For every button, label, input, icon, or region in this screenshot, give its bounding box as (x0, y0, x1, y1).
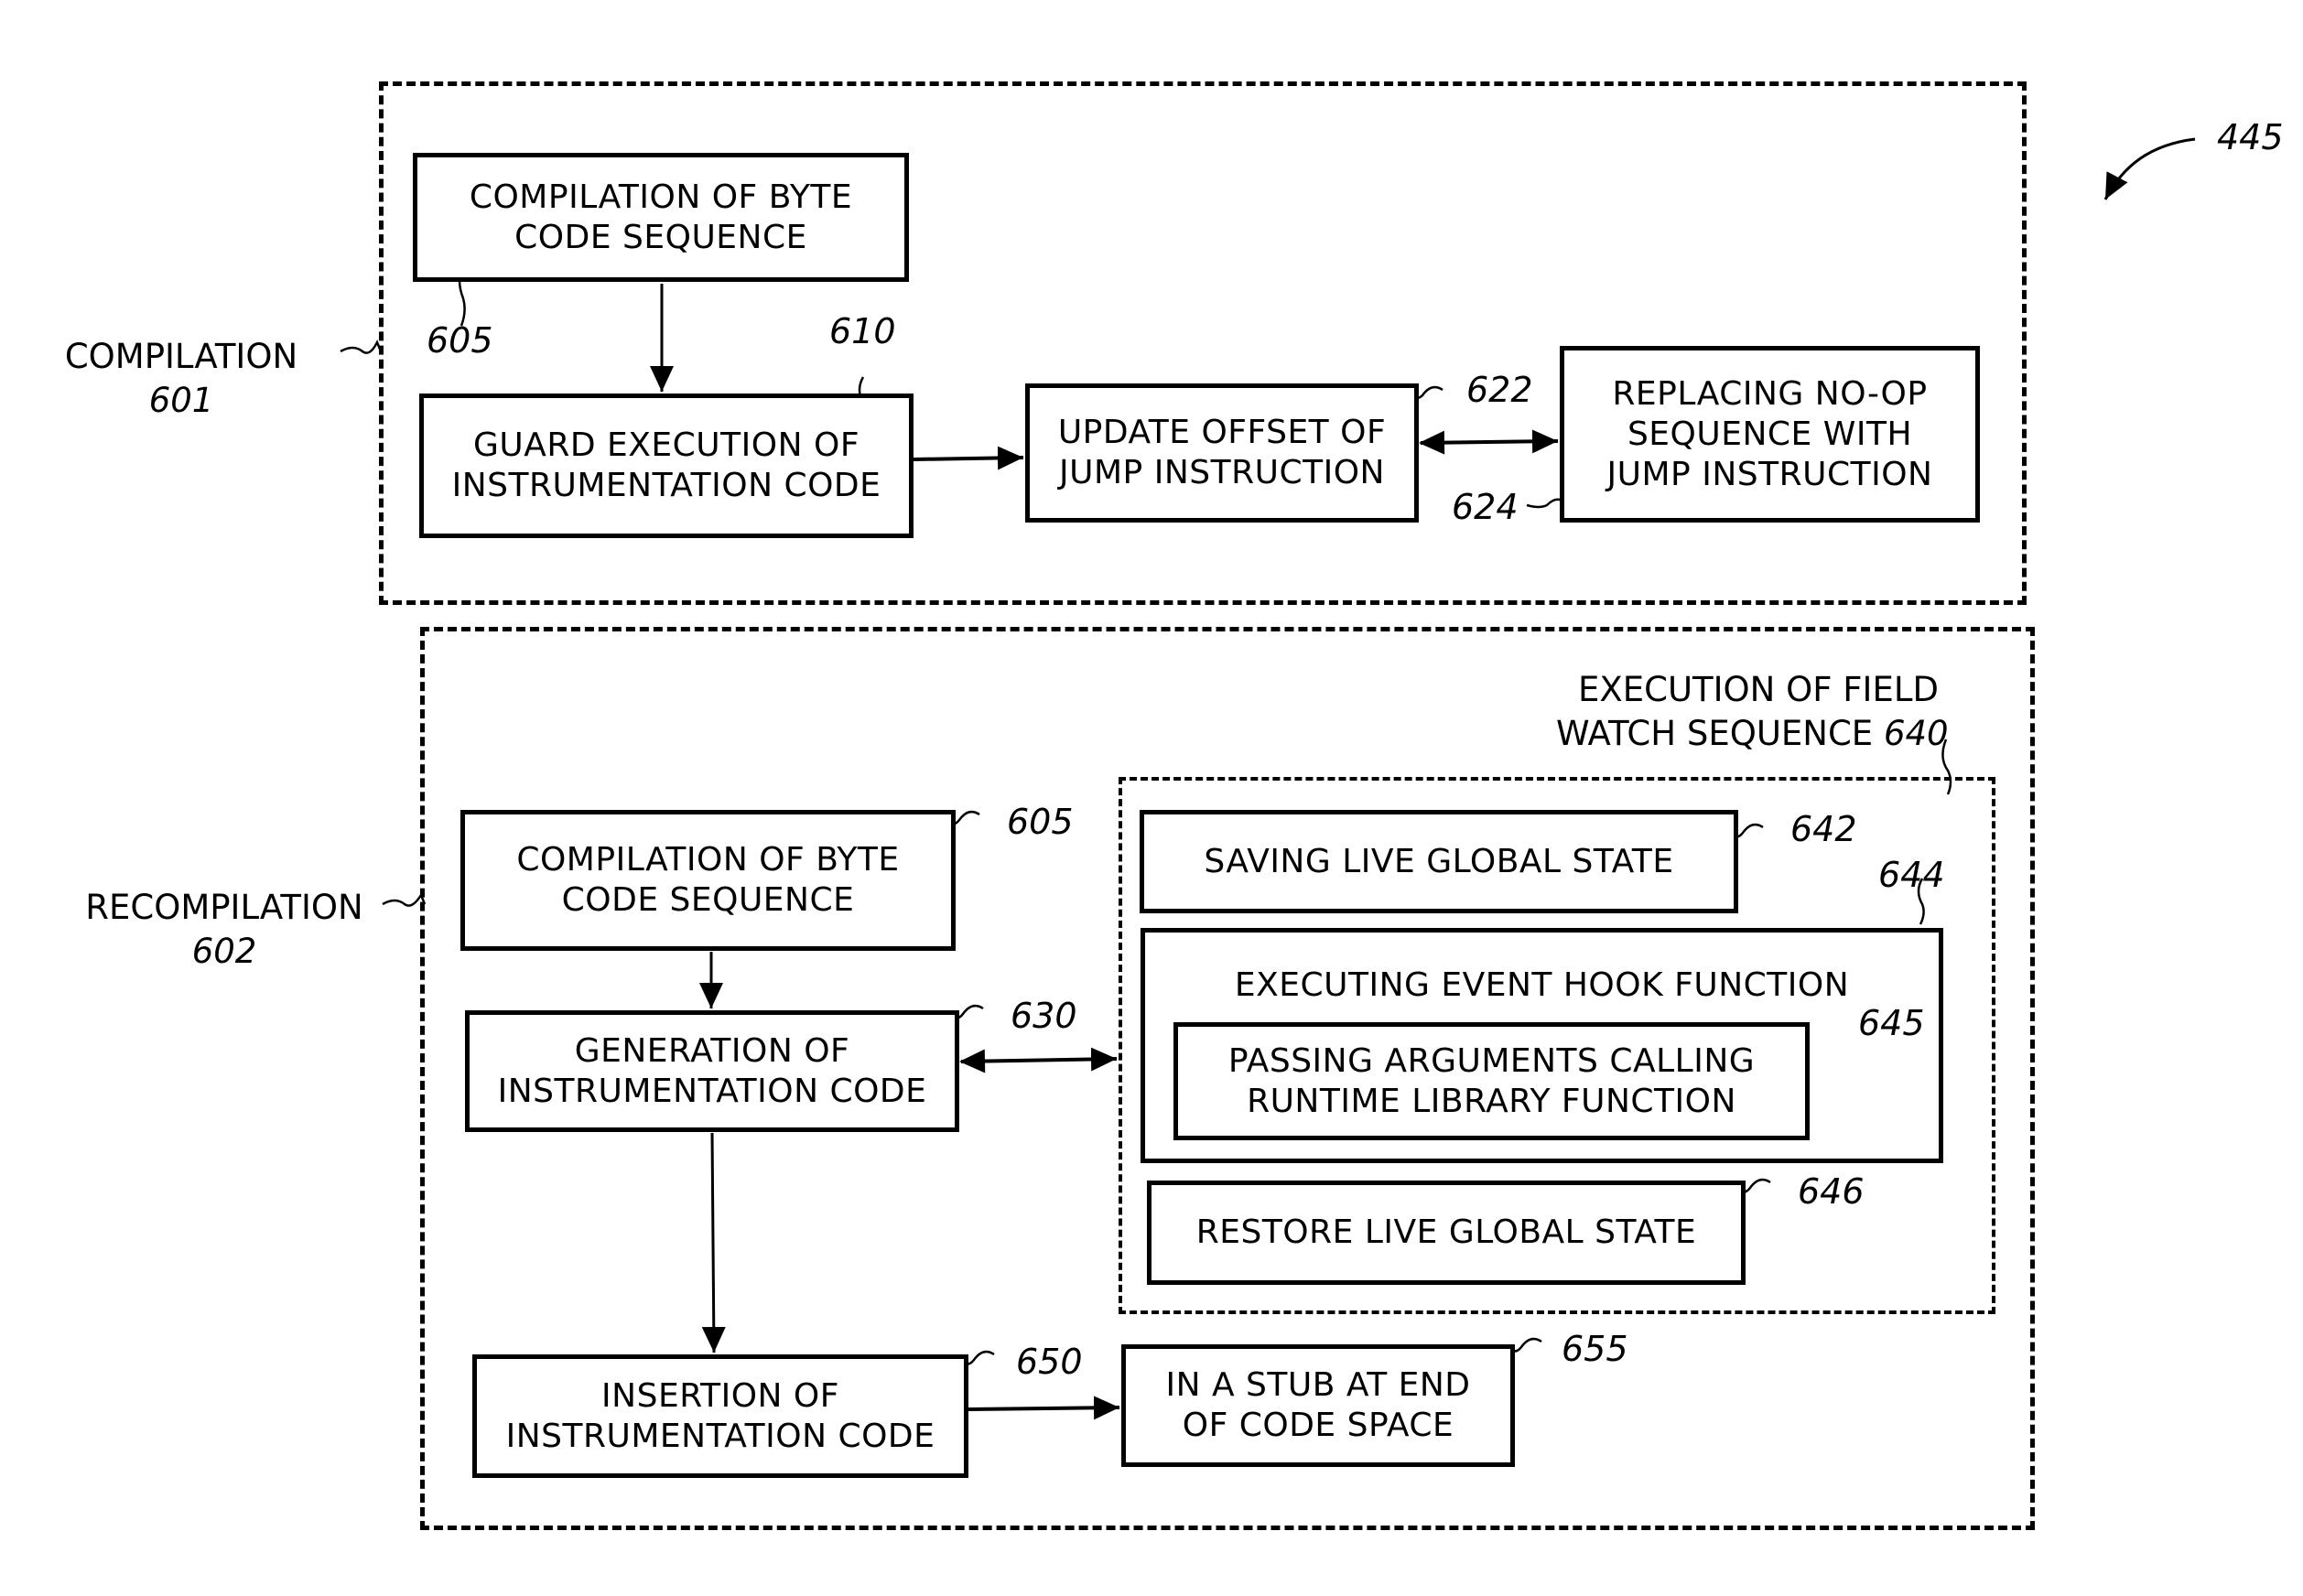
box-insertion-of-instrumentation-code[interactable]: INSERTION OF INSTRUMENTATION CODE (472, 1354, 968, 1478)
box-text: IN A STUB AT END OF CODE SPACE (1165, 1366, 1471, 1444)
box-saving-live-global-state[interactable]: SAVING LIVE GLOBAL STATE (1140, 810, 1738, 913)
box-text: RESTORE LIVE GLOBAL STATE (1195, 1213, 1697, 1251)
ref-622: 622 (1466, 370, 1533, 410)
figure-pointer-arrow (2103, 137, 2196, 200)
box-text: SAVING LIVE GLOBAL STATE (1204, 842, 1674, 880)
box-guard-execution[interactable]: GUARD EXECUTION OF INSTRUMENTATION CODE (419, 394, 914, 538)
ref-644: 644 (1878, 855, 1945, 895)
box-text: PASSING ARGUMENTS CALLING RUNTIME LIBRAR… (1227, 1041, 1756, 1120)
compilation-ref: 601 (148, 381, 214, 420)
box-update-offset[interactable]: UPDATE OFFSET OF JUMP INSTRUCTION (1025, 383, 1419, 523)
ref-624: 624 (1452, 487, 1519, 527)
box-text: GUARD EXECUTION OF INSTRUMENTATION CODE (451, 426, 881, 504)
box-text: COMPILATION OF BYTE CODE SEQUENCE (516, 841, 900, 919)
box-compilation-of-byte-code-sequence-recompile[interactable]: COMPILATION OF BYTE CODE SEQUENCE (460, 810, 956, 951)
box-text: UPDATE OFFSET OF JUMP INSTRUCTION (1057, 414, 1387, 491)
compilation-label-text: COMPILATION (64, 337, 298, 376)
ref-610: 610 (829, 311, 896, 351)
field-watch-label-line1: EXECUTION OF FIELD (1578, 670, 1939, 709)
recompilation-label: RECOMPILATION 602 (73, 886, 375, 974)
compilation-label: COMPILATION 601 (53, 335, 309, 423)
box-text: COMPILATION OF BYTE CODE SEQUENCE (469, 178, 853, 256)
box-stub-at-end-of-code-space[interactable]: IN A STUB AT END OF CODE SPACE (1121, 1344, 1515, 1467)
field-watch-ref: 640 (1883, 714, 1949, 753)
leader-602 (382, 892, 427, 907)
figure-ref-label: 445 (2217, 117, 2284, 157)
ref-605-bottom: 605 (1007, 802, 1074, 842)
ref-605-top: 605 (427, 320, 493, 361)
box-text: EXECUTING EVENT HOOK FUNCTION (1234, 966, 1850, 1004)
ref-642: 642 (1790, 809, 1857, 849)
box-compilation-of-byte-code-sequence[interactable]: COMPILATION OF BYTE CODE SEQUENCE (413, 153, 909, 282)
ref-630: 630 (1011, 996, 1077, 1036)
box-replacing-no-op[interactable]: REPLACING NO-OP SEQUENCE WITH JUMP INSTR… (1560, 346, 1980, 523)
box-generation-of-instrumentation-code[interactable]: GENERATION OF INSTRUMENTATION CODE (465, 1010, 959, 1132)
ref-650: 650 (1016, 1342, 1083, 1382)
leader-601 (340, 339, 383, 354)
box-text: REPLACING NO-OP SEQUENCE WITH JUMP INSTR… (1606, 374, 1933, 493)
box-text: GENERATION OF INSTRUMENTATION CODE (497, 1031, 927, 1110)
ref-646: 646 (1798, 1171, 1865, 1212)
ref-655: 655 (1562, 1329, 1628, 1369)
box-restore-live-global-state[interactable]: RESTORE LIVE GLOBAL STATE (1147, 1181, 1746, 1285)
ref-645: 645 (1858, 1003, 1925, 1043)
field-watch-label-line2: WATCH SEQUENCE (1556, 714, 1874, 753)
recompilation-label-text: RECOMPILATION (85, 888, 363, 927)
recompilation-ref: 602 (191, 932, 257, 971)
box-text: INSERTION OF INSTRUMENTATION CODE (505, 1376, 935, 1455)
box-passing-arguments[interactable]: PASSING ARGUMENTS CALLING RUNTIME LIBRAR… (1173, 1022, 1810, 1140)
field-watch-label: EXECUTION OF FIELD WATCH SEQUENCE 640 (1556, 668, 1949, 756)
